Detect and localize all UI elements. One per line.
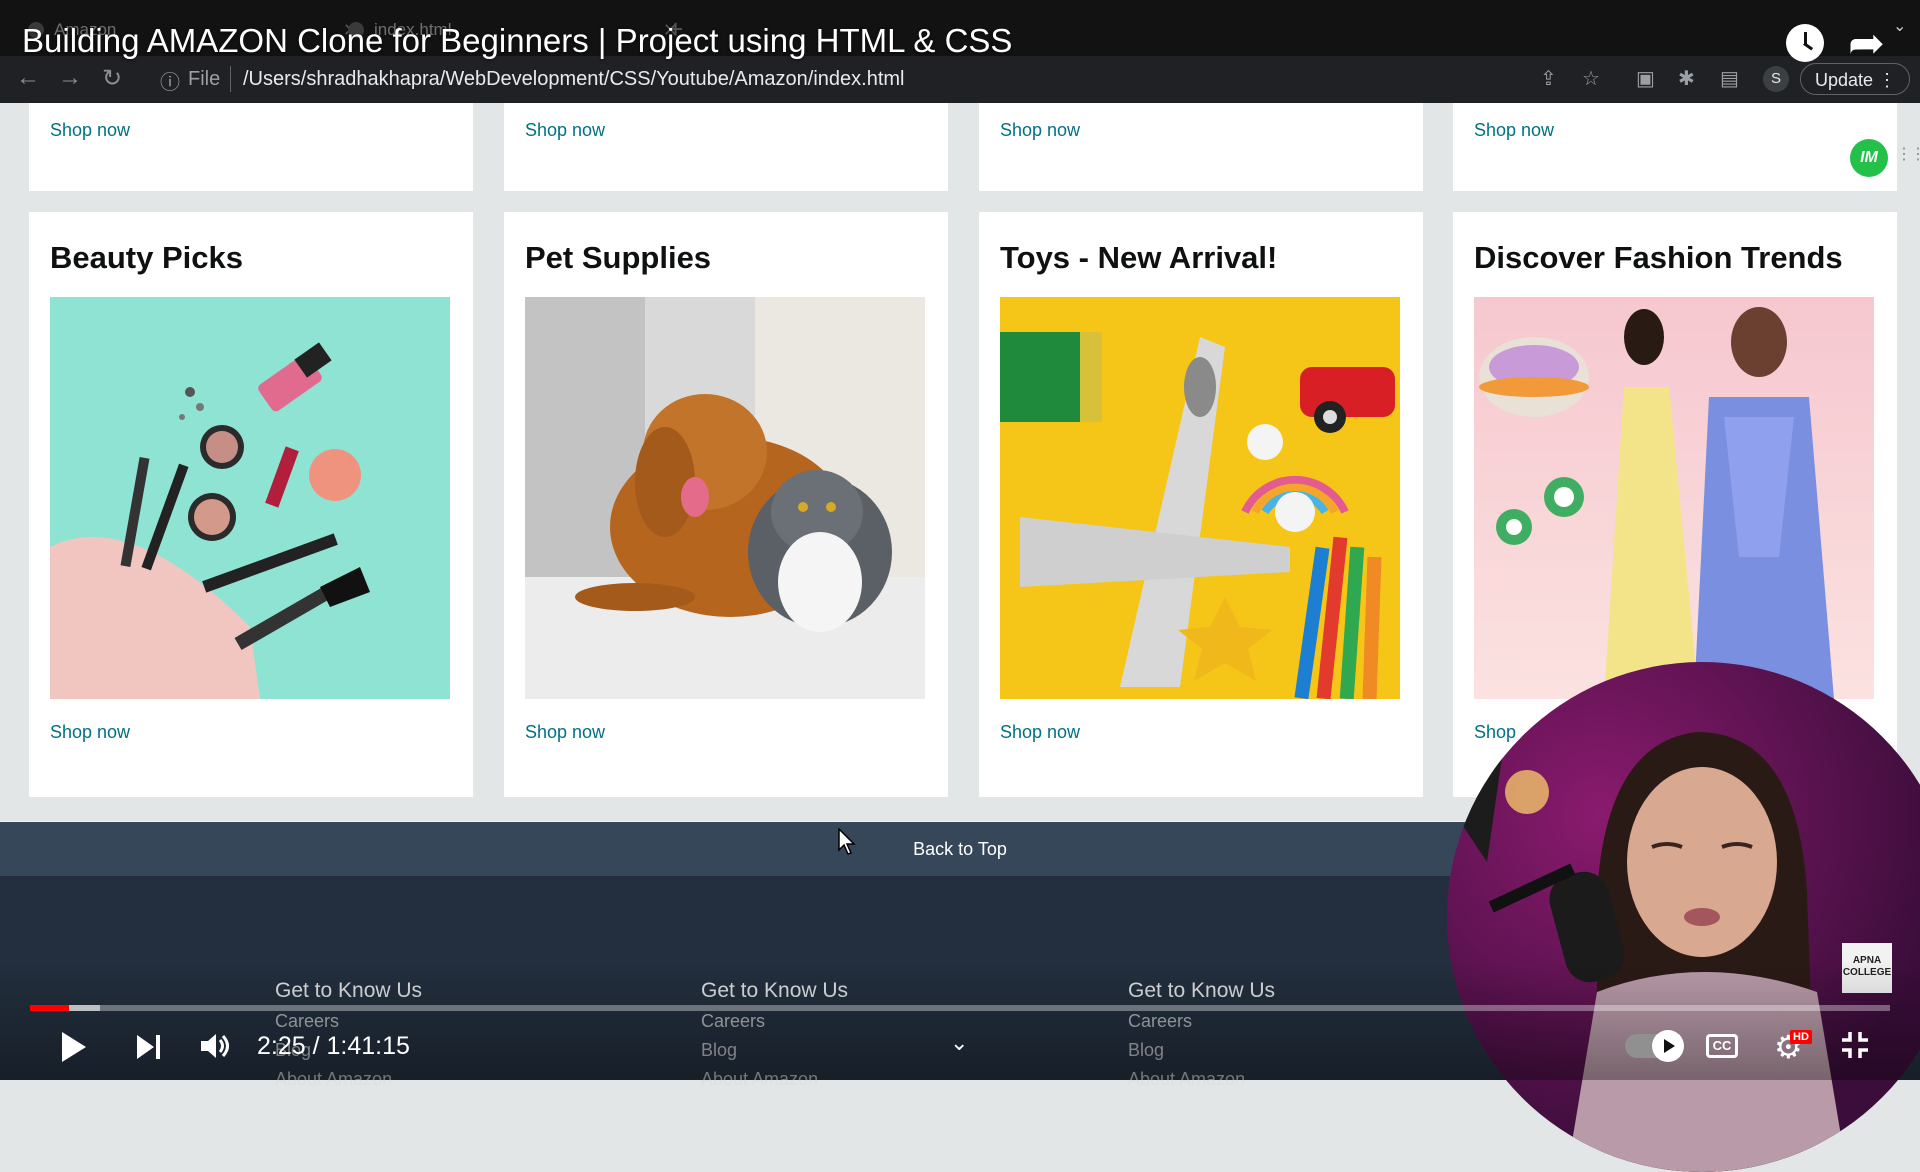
toys-image[interactable] <box>1000 297 1400 699</box>
card-title: Pet Supplies <box>525 240 712 275</box>
footer-link[interactable]: Careers <box>275 1011 575 1032</box>
next-video-icon[interactable] <box>134 1032 164 1062</box>
volume-icon[interactable] <box>198 1030 232 1062</box>
shop-now-link[interactable]: Shop now <box>1474 120 1554 141</box>
presenter-webcam <box>1447 662 1920 1172</box>
time-display: 2:25 / 1:41:15 <box>257 1032 410 1060</box>
progress-played <box>30 1005 69 1011</box>
shop-now-link[interactable]: Shop now <box>1000 722 1080 743</box>
shop-now-link[interactable]: Shop now <box>50 722 130 743</box>
reload-icon[interactable]: ↻ <box>102 64 122 93</box>
shop-now-link[interactable]: Shop now <box>50 120 130 141</box>
puzzle-icon[interactable]: ✱ <box>1678 66 1695 91</box>
site-info-icon[interactable]: ⓘ <box>160 66 180 95</box>
autoplay-play-icon[interactable] <box>1652 1030 1684 1062</box>
mouse-cursor-icon <box>838 828 856 855</box>
product-card-top: Shop now <box>504 103 948 191</box>
product-card-top: Shop now <box>979 103 1423 191</box>
play-icon[interactable] <box>58 1030 90 1064</box>
product-card-beauty: Beauty Picks Shop now <box>29 212 473 797</box>
card-title: Toys - New Arrival! <box>1000 240 1278 275</box>
hd-badge: HD <box>1790 1030 1812 1044</box>
update-button-label: Update <box>1815 70 1874 90</box>
card-title: Beauty Picks <box>50 240 243 275</box>
footer-heading: Get to Know Us <box>275 979 423 1002</box>
share-icon[interactable]: ⇪ <box>1540 66 1557 91</box>
exit-fullscreen-icon[interactable] <box>1840 1030 1870 1060</box>
back-arrow-icon[interactable]: ← <box>16 64 40 92</box>
video-title[interactable]: Building AMAZON Clone for Beginners | Pr… <box>22 22 1012 60</box>
product-card-pets: Pet Supplies Shop now <box>504 212 948 797</box>
shop-now-link[interactable]: Shop now <box>1000 120 1080 141</box>
share-arrow-icon[interactable]: ➦ <box>1848 18 1885 69</box>
drag-handle-icon[interactable]: ⋮⋮ <box>1896 144 1920 164</box>
browser-toolbar: ← → ↻ ⓘ File /Users/shradhakhapra/WebDev… <box>0 56 1920 103</box>
channel-logo: APNA COLLEGE <box>1842 943 1892 993</box>
address-divider <box>230 66 231 92</box>
fashion-trends-image[interactable] <box>1474 297 1874 699</box>
captions-icon[interactable]: CC <box>1706 1034 1738 1058</box>
footer-link[interactable]: Blog <box>1128 1040 1428 1061</box>
shop-now-link[interactable]: Shop now <box>525 120 605 141</box>
product-card-toys: Toys - New Arrival! Shop now <box>979 212 1423 797</box>
product-card-top: Shop now <box>1453 103 1897 191</box>
watch-later-clock-icon[interactable] <box>1786 24 1824 62</box>
side-panel-icon[interactable]: ▤ <box>1720 66 1739 91</box>
footer-column: Get to Know Us Careers Blog About Amazon <box>1128 979 1428 1098</box>
shop-now-link[interactable]: Shop <box>1474 722 1516 743</box>
footer-heading: Get to Know Us <box>1128 979 1276 1002</box>
browser-chrome: Amazon ✕ index.html ✕ + ← → ↻ ⓘ File /Us… <box>0 0 1920 103</box>
video-progress-bar[interactable] <box>30 1005 1890 1011</box>
forward-arrow-icon[interactable]: → <box>58 64 82 92</box>
chevron-down-icon[interactable]: ⌄ <box>950 1030 968 1056</box>
address-bar[interactable]: /Users/shradhakhapra/WebDevelopment/CSS/… <box>243 68 904 91</box>
beauty-products-image[interactable] <box>50 297 450 699</box>
footer-heading: Get to Know Us <box>701 979 849 1002</box>
card-title: Discover Fashion Trends <box>1474 240 1843 275</box>
extension-icon[interactable]: ▣ <box>1636 66 1655 91</box>
profile-avatar[interactable]: S <box>1763 66 1789 92</box>
pet-supplies-image[interactable] <box>525 297 925 699</box>
extension-badge-icon[interactable]: IM <box>1850 139 1888 177</box>
footer-link[interactable]: Careers <box>701 1011 1001 1032</box>
bookmark-star-icon[interactable]: ☆ <box>1582 66 1600 91</box>
footer-link[interactable]: Careers <box>1128 1011 1428 1032</box>
chevron-down-icon[interactable]: ⌄ <box>1893 16 1906 36</box>
product-card-top: Shop now <box>29 103 473 191</box>
shop-now-link[interactable]: Shop now <box>525 722 605 743</box>
address-scheme-label: File <box>188 68 221 90</box>
